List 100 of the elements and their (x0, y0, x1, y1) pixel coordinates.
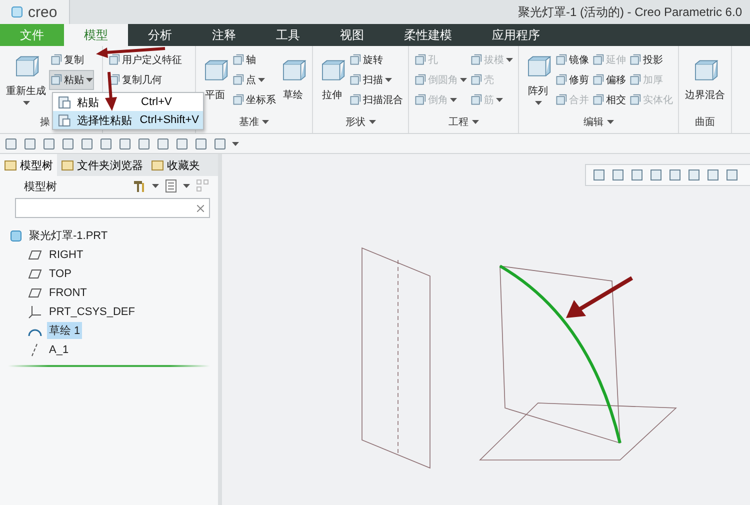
tree-item[interactable]: RIGHT (47, 248, 86, 262)
ribbon-button[interactable]: 扫描 (348, 70, 404, 90)
plane-icon (28, 250, 42, 260)
tree-item[interactable]: TOP (47, 266, 74, 280)
caret-icon (496, 98, 503, 102)
tool-icon (414, 74, 426, 86)
group-label[interactable]: 编辑 (523, 113, 674, 131)
tool-icon (592, 94, 604, 106)
panel-tab[interactable]: 模型树 (0, 154, 57, 176)
ribbon-button[interactable]: 草绘 (278, 50, 308, 110)
clear-icon[interactable] (197, 204, 204, 212)
app-logo: creo (0, 0, 70, 24)
caret-icon (183, 184, 190, 188)
caret-icon (450, 98, 457, 102)
tool-icon (592, 54, 604, 66)
ribbon-button[interactable]: 点 (231, 70, 277, 90)
caret-icon (534, 101, 542, 105)
caret-icon (368, 120, 376, 124)
ribbon-button[interactable]: 旋转 (348, 50, 404, 70)
ribbon-button[interactable]: 粘贴 (49, 70, 94, 90)
caret-icon (152, 184, 159, 188)
tool-icon (555, 54, 567, 66)
ribbon-button[interactable]: 用户定义特征 (107, 50, 183, 70)
ribbon-button[interactable]: 扫描混合 (348, 90, 404, 110)
panel-tab[interactable]: 收藏夹 (147, 154, 204, 176)
tool-icon (629, 74, 641, 86)
caret-icon (86, 78, 93, 82)
tool-icon (555, 94, 567, 106)
tool-icon (555, 74, 567, 86)
caret-icon (262, 120, 269, 124)
ribbon-button[interactable]: 阵列 (523, 50, 553, 110)
ribbon-tab[interactable]: 分析 (128, 24, 192, 46)
arrow-annotation (105, 72, 117, 111)
tool-icon (470, 74, 482, 86)
arrow-annotation (566, 276, 634, 318)
tool-icon (232, 54, 244, 66)
list-icon[interactable] (165, 179, 177, 193)
tool-icon (470, 94, 482, 106)
caret-icon (258, 78, 265, 82)
plane-icon (28, 288, 42, 298)
tree-item[interactable]: A_1 (47, 342, 71, 356)
ribbon-tab[interactable]: 模型 (64, 24, 128, 46)
caret-icon (506, 58, 513, 62)
clipboard-icon (57, 95, 71, 109)
ribbon-tab[interactable]: 工具 (256, 24, 320, 46)
group-label[interactable]: 形状 (317, 113, 404, 131)
tool-icon (414, 94, 426, 106)
ribbon-button[interactable]: 重新生成 (4, 50, 48, 110)
ribbon-tab[interactable]: 柔性建模 (384, 24, 472, 46)
caret-icon (606, 120, 614, 124)
ribbon-button[interactable]: 平面 (200, 50, 230, 110)
ribbon-tab[interactable]: 视图 (320, 24, 384, 46)
tree-item[interactable]: FRONT (47, 286, 89, 300)
ribbon-button[interactable]: 复制 (49, 50, 94, 70)
tool-icon (349, 54, 361, 66)
ribbon-button[interactable]: 修剪 (554, 70, 590, 90)
tool-icon (349, 74, 361, 86)
tool-icon (232, 94, 244, 106)
ribbon-button[interactable]: 坐标系 (231, 90, 277, 110)
ribbon-button[interactable]: 复制几何 (107, 70, 183, 90)
caret-icon (472, 120, 478, 124)
tool-icon (108, 74, 120, 86)
caret-icon (22, 101, 30, 105)
window-title: 聚光灯罩-1 (活动的) - Creo Parametric 6.0 (518, 4, 743, 20)
tool-icon (232, 74, 244, 86)
ribbon-button[interactable]: 轴 (231, 50, 277, 70)
tool-icon (629, 94, 641, 106)
panel-tab[interactable]: 文件夹浏览器 (57, 154, 147, 176)
ribbon-button[interactable]: 投影 (628, 50, 674, 70)
ribbon-tab[interactable]: 注释 (192, 24, 256, 46)
tool-icon (629, 54, 641, 66)
panel-title: 模型树 (24, 180, 58, 194)
clipboard-icon (57, 113, 71, 127)
ribbon-button[interactable]: 边界混合 (683, 50, 727, 110)
search-field[interactable] (15, 198, 210, 218)
caret-icon (460, 78, 467, 82)
toolbar-menu-icon (232, 142, 239, 146)
ribbon-button[interactable]: 镜像 (554, 50, 590, 70)
coordinate-system-icon (28, 304, 42, 318)
group-label[interactable]: 基准 (200, 113, 308, 131)
tools-icon[interactable] (132, 179, 146, 193)
tree-item[interactable]: 草绘 1 (47, 322, 82, 339)
tool-icon (470, 54, 482, 66)
tree-item[interactable]: 聚光灯罩-1.PRT (27, 227, 110, 244)
caret-icon (385, 78, 392, 82)
ribbon-button[interactable]: 拉伸 (317, 50, 347, 110)
tool-icon (349, 94, 361, 106)
ribbon-button[interactable]: 相交 (591, 90, 627, 110)
group-label[interactable]: 工程 (413, 113, 514, 131)
tool-icon (108, 54, 120, 66)
group-label[interactable]: 曲面 (683, 113, 727, 131)
plane-icon (28, 268, 42, 278)
ribbon-tab[interactable]: 应用程序 (472, 24, 560, 46)
tool-icon (50, 74, 62, 86)
ribbon-button[interactable]: 偏移 (591, 70, 627, 90)
tool-icon (50, 54, 62, 66)
tool-icon (592, 74, 604, 86)
menu-item[interactable]: 选择性粘贴 Ctrl+Shift+V (53, 111, 203, 129)
tree-item[interactable]: PRT_CSYS_DEF (47, 304, 137, 318)
tool-icon (414, 54, 426, 66)
